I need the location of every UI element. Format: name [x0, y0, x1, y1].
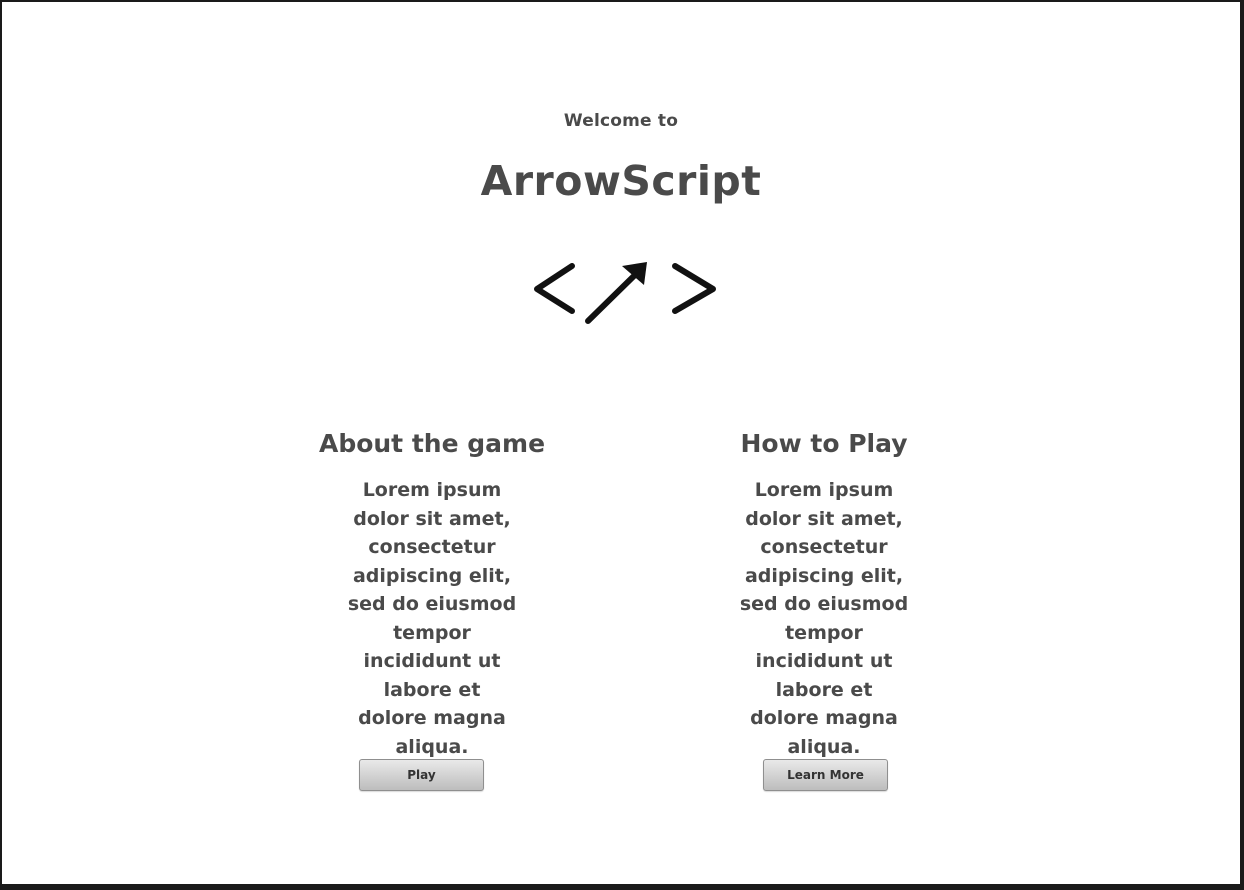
about-body: Lorem ipsum dolor sit amet, consectetur …	[347, 479, 517, 758]
welcome-page: Welcome to ArrowScript About the game Lo…	[2, 2, 1240, 884]
learn-more-button[interactable]: Learn More	[763, 759, 888, 791]
how-to-play-heading: How to Play	[740, 429, 908, 458]
welcome-text: Welcome to	[563, 111, 679, 131]
play-button[interactable]: Play	[359, 759, 484, 791]
app-title: ArrowScript	[480, 157, 762, 205]
how-to-play-body: Lorem ipsum dolor sit amet, consectetur …	[739, 479, 909, 758]
about-heading: About the game	[318, 429, 546, 458]
about-section: About the game Lorem ipsum dolor sit ame…	[302, 426, 562, 761]
code-arrow-logo-icon	[534, 262, 716, 324]
how-to-play-section: How to Play Lorem ipsum dolor sit amet, …	[694, 426, 954, 761]
